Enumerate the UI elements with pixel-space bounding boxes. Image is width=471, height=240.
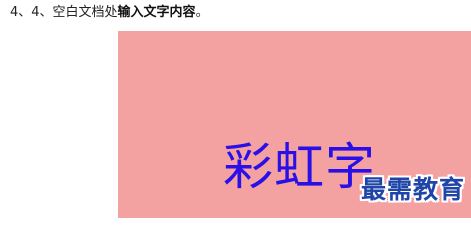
document-page: 4、4、空白文档处输入文字内容。 彩虹字 最需教育 (0, 0, 471, 218)
watermark-logo: 最需教育 (360, 175, 465, 204)
step-prefix: 4、4、空白文档处 (10, 5, 118, 20)
step-instruction: 4、4、空白文档处输入文字内容。 (10, 4, 209, 22)
entered-text[interactable]: 彩虹字 (223, 137, 376, 197)
step-suffix: 。 (195, 5, 209, 20)
step-emphasis: 输入文字内容 (117, 5, 196, 20)
blank-document-area[interactable]: 彩虹字 最需教育 (118, 31, 471, 218)
